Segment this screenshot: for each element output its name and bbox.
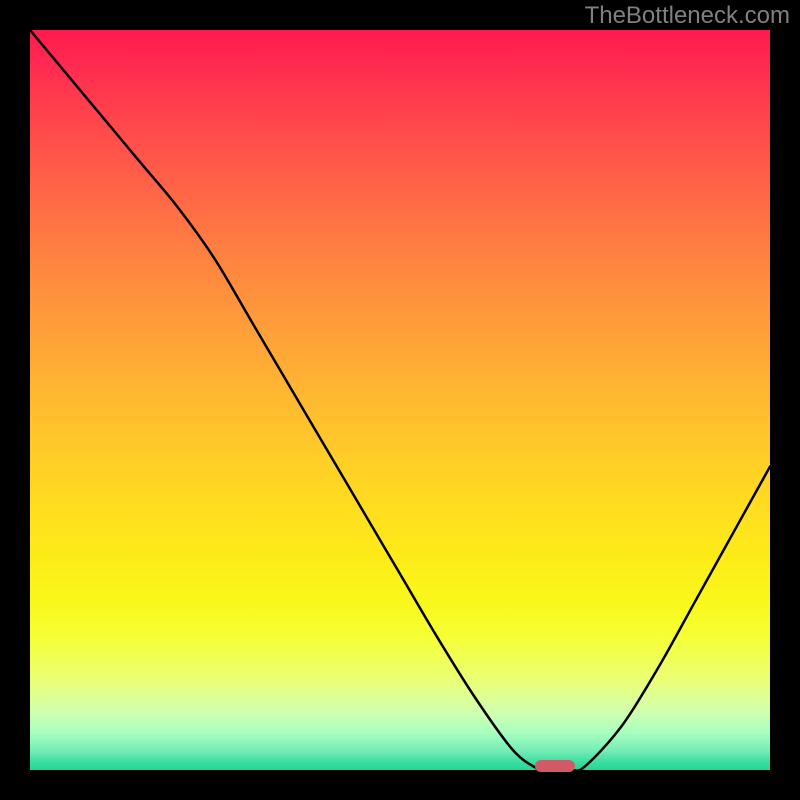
chart-curve-svg bbox=[30, 30, 770, 770]
bottleneck-curve bbox=[30, 30, 770, 770]
watermark: TheBottleneck.com bbox=[585, 2, 790, 30]
optimal-marker bbox=[535, 760, 575, 772]
chart-plot-area bbox=[30, 30, 770, 770]
